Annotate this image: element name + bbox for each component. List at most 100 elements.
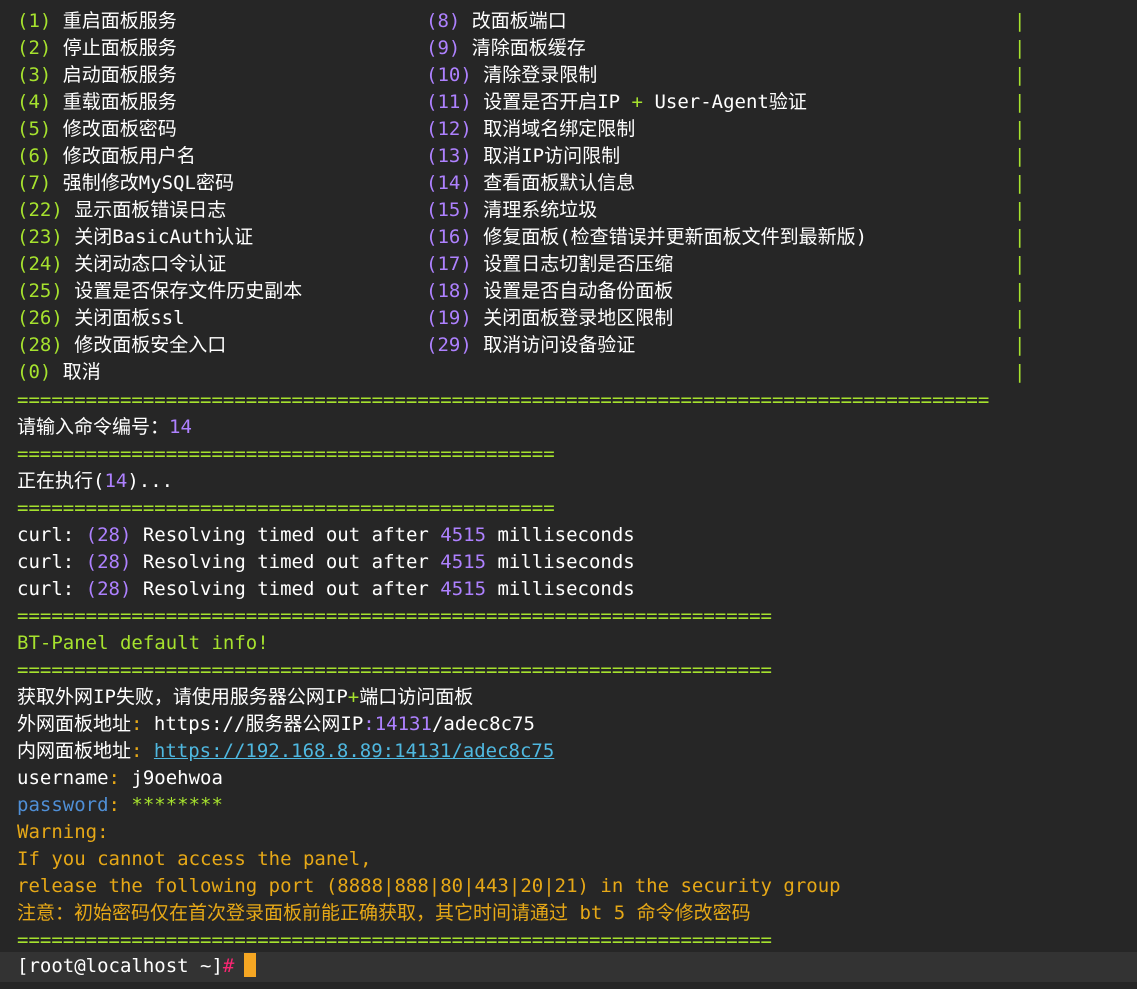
menu-item: (13) 取消IP访问限制	[426, 143, 620, 170]
separator-line: ========================================…	[17, 389, 990, 411]
external-url: https://服务器公网IP	[153, 713, 364, 735]
menu-item: (26) 关闭面板ssl	[17, 305, 185, 332]
menu-item-number: (15)	[426, 199, 472, 221]
menu-item-label: 清除面板缓存	[471, 37, 586, 59]
menu-item-label: 停止面板服务	[62, 37, 177, 59]
curl-text: milliseconds	[486, 524, 635, 546]
executing-prefix: 正在执行(	[17, 470, 105, 492]
terminal-window[interactable]: (1) 重启面板服务 (2) 停止面板服务 (3) 启动面板服务 (4) 重载面板服务…	[0, 0, 1137, 989]
menu-border-char: |	[1014, 307, 1026, 329]
warning-heading: Warning:	[17, 821, 109, 843]
curl-text: (28)	[85, 551, 132, 573]
external-address-label: 外网面板地址	[17, 713, 132, 735]
menu-item: (17) 设置日志切割是否压缩	[426, 251, 673, 278]
text-cursor	[244, 953, 257, 977]
separator-line: ========================================…	[17, 605, 772, 627]
menu-item: (6) 修改面板用户名	[17, 143, 196, 170]
curl-error-line: curl: (28) Resolving timed out after 451…	[17, 549, 635, 576]
menu-border-char: |	[1014, 64, 1026, 86]
menu-item-number: (24)	[17, 253, 63, 275]
ip-fail-text: 获取外网IP失败，请使用服务器公网IP	[17, 686, 348, 708]
menu-border-char: |	[1014, 118, 1026, 140]
menu-item: (23) 关闭BasicAuth认证	[17, 224, 253, 251]
menu-item-label: 修改面板密码	[62, 118, 177, 140]
menu-item: (22) 显示面板错误日志	[17, 197, 226, 224]
menu-item: (10) 清除登录限制	[426, 62, 597, 89]
executing-num: 14	[104, 470, 128, 492]
menu-item-label: 重载面板服务	[62, 91, 177, 113]
password-row: password: ********	[17, 792, 223, 819]
curl-text: curl:	[17, 578, 86, 600]
separator-line: ========================================…	[17, 497, 555, 519]
menu-item: (2) 停止面板服务	[17, 35, 177, 62]
menu-item-label: 取消访问设备验证	[483, 334, 636, 356]
menu-item-number: (18)	[426, 280, 472, 302]
menu-item: (3) 启动面板服务	[17, 62, 177, 89]
curl-error-line: curl: (28) Resolving timed out after 451…	[17, 576, 635, 603]
menu-item: (9) 清除面板缓存	[426, 35, 586, 62]
menu-border-char: |	[1014, 253, 1026, 275]
username-row: username: j9oehwoa	[17, 765, 223, 792]
menu-item: (25) 设置是否保存文件历史副本	[17, 278, 302, 305]
menu-border-char: |	[1014, 334, 1026, 356]
menu-border-char: |	[1014, 145, 1026, 167]
menu-item: (7) 强制修改MySQL密码	[17, 170, 234, 197]
shell-prompt-row[interactable]: [root@localhost ~]#	[0, 952, 1137, 982]
internal-address-label: 内网面板地址	[17, 740, 132, 762]
colon: :	[108, 767, 132, 789]
menu-item: (14) 查看面板默认信息	[426, 170, 635, 197]
username-value: j9oehwoa	[131, 767, 223, 789]
menu-item-number: (4)	[17, 91, 52, 113]
command-input-prompt: 请输入命令编号：14	[17, 414, 192, 441]
menu-item: (1) 重启面板服务	[17, 8, 177, 35]
menu-item: (8) 改面板端口	[426, 8, 567, 35]
menu-item-number: (8)	[426, 10, 461, 32]
menu-item-number: (19)	[426, 307, 472, 329]
menu-item-label: 设置是否保存文件历史副本	[74, 280, 303, 302]
menu-item-label: 关闭面板ssl	[74, 307, 185, 329]
menu-item-label: 清除登录限制	[483, 64, 598, 86]
ip-fail-text-2: 端口访问面板	[359, 686, 474, 708]
menu-border-char: |	[1014, 172, 1026, 194]
menu-item-label: 关闭面板登录地区限制	[483, 307, 674, 329]
menu-item-number: (7)	[17, 172, 52, 194]
ip-fail-message: 获取外网IP失败，请使用服务器公网IP+端口访问面板	[17, 684, 473, 711]
curl-text: curl:	[17, 524, 86, 546]
password-notice: 注意：初始密码仅在首次登录面板前能正确获取，其它时间请通过 bt 5 命令修改密…	[17, 902, 751, 924]
colon: :	[131, 713, 154, 735]
menu-item: (29) 取消访问设备验证	[426, 332, 635, 359]
menu-item-label: 修改面板安全入口	[74, 334, 227, 356]
separator-line: ========================================…	[17, 659, 772, 681]
menu-item-number: (22)	[17, 199, 63, 221]
menu-item-label: 设置日志切割是否压缩	[483, 253, 674, 275]
menu-item-number: (12)	[426, 118, 472, 140]
menu-item-label: 取消	[62, 361, 101, 383]
password-label: password	[17, 794, 109, 816]
menu-item: (19) 关闭面板登录地区限制	[426, 305, 673, 332]
menu-item: (28) 修改面板安全入口	[17, 332, 226, 359]
menu-item-label: 关闭BasicAuth认证	[74, 226, 254, 248]
menu-item: (0) 取消	[17, 359, 101, 386]
menu-item-plus: +	[631, 91, 643, 113]
shell-prompt[interactable]: [root@localhost ~]#	[17, 953, 257, 980]
internal-url-link[interactable]: https://192.168.8.89:14131/adec8c75	[154, 740, 554, 762]
curl-error-line: curl: (28) Resolving timed out after 451…	[17, 522, 635, 549]
shell-prompt-text: [root@localhost ~]	[17, 955, 223, 977]
menu-border-char: |	[1014, 199, 1026, 221]
menu-border-char: |	[1014, 10, 1026, 32]
menu-item: (18) 设置是否自动备份面板	[426, 278, 673, 305]
menu-border-char: |	[1014, 280, 1026, 302]
executing-status: 正在执行(14)...	[17, 468, 173, 495]
curl-text: curl:	[17, 551, 86, 573]
menu-item: (12) 取消域名绑定限制	[426, 116, 635, 143]
menu-item-label: 关闭动态口令认证	[74, 253, 227, 275]
external-url-port: :14131	[363, 713, 432, 735]
menu-item-number: (14)	[426, 172, 472, 194]
menu-item-number: (25)	[17, 280, 63, 302]
menu-item-number: (29)	[426, 334, 472, 356]
password-value: ********	[131, 794, 223, 816]
external-url-path: /adec8c75	[431, 713, 535, 735]
menu-item: (5) 修改面板密码	[17, 116, 177, 143]
shell-prompt-hash: #	[222, 955, 235, 977]
menu-item-number: (1)	[17, 10, 52, 32]
